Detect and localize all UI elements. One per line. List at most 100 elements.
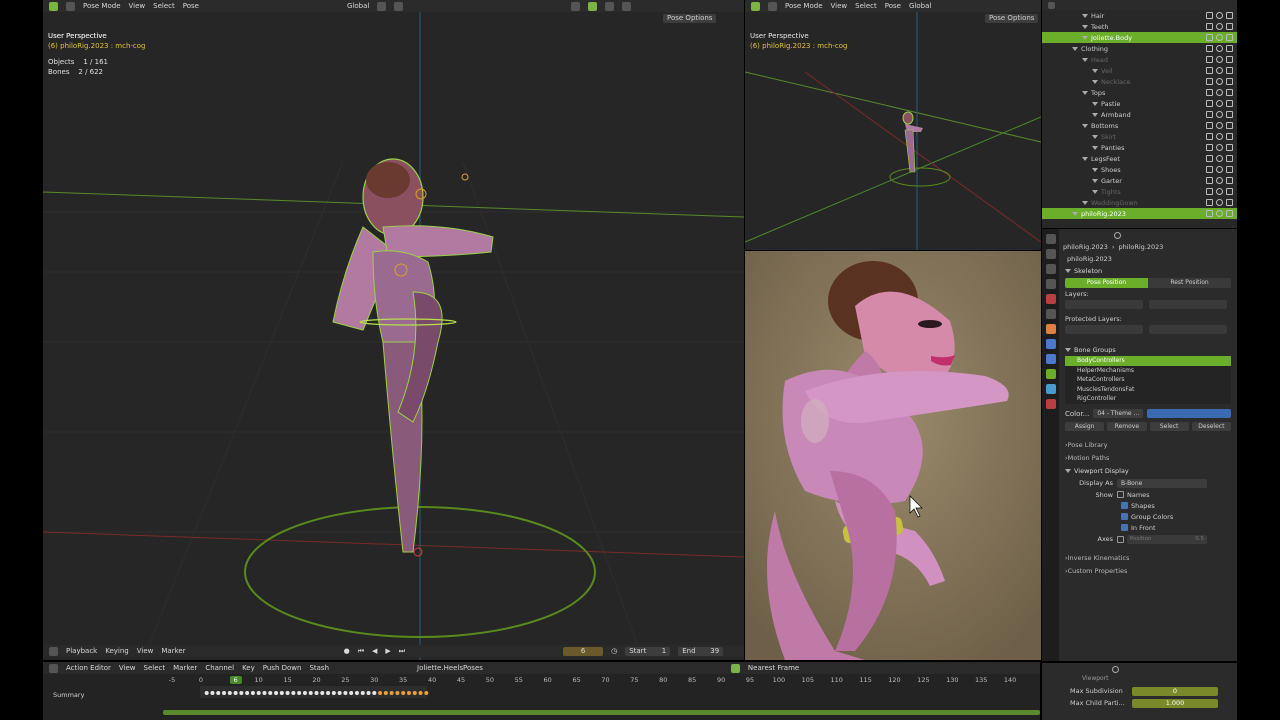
visibility-toggles[interactable] — [1206, 23, 1233, 30]
properties-panel[interactable]: philoRig.2023 › philoRig.2023 philoRig.202… — [1042, 229, 1237, 661]
menu-view-ae[interactable]: View — [119, 664, 136, 672]
expand-toggle-icon[interactable] — [1092, 101, 1098, 106]
outliner-row[interactable]: Shoes — [1042, 164, 1237, 175]
camera-icon[interactable] — [1226, 45, 1233, 52]
camera-icon[interactable] — [1226, 188, 1233, 195]
expand-toggle-icon[interactable] — [1092, 112, 1098, 117]
orientation-dropdown[interactable]: Global — [347, 2, 369, 10]
max-subdivision-field[interactable]: 0 — [1132, 686, 1218, 696]
motion-paths-section[interactable]: › Motion Paths — [1059, 451, 1237, 464]
axes-position-field[interactable]: Position 0.5 — [1127, 534, 1207, 544]
pivot-icon[interactable] — [377, 1, 387, 11]
outliner-row[interactable]: Armband — [1042, 109, 1237, 120]
overlay-icon[interactable] — [588, 1, 598, 11]
eye-icon[interactable] — [1216, 133, 1223, 140]
checkbox-icon[interactable] — [1206, 122, 1213, 129]
camera-icon[interactable] — [1226, 89, 1233, 96]
eye-icon[interactable] — [1216, 111, 1223, 118]
object-name-field[interactable]: philoRig.2023 — [1059, 253, 1237, 264]
outliner-row[interactable]: LegsFeet — [1042, 153, 1237, 164]
visibility-toggles[interactable] — [1206, 89, 1233, 96]
expand-toggle-icon[interactable] — [1092, 189, 1098, 194]
visibility-toggles[interactable] — [1206, 177, 1233, 184]
checkbox-icon[interactable] — [1206, 89, 1213, 96]
outliner-row[interactable]: Veil — [1042, 65, 1237, 76]
camera-icon[interactable] — [1226, 56, 1233, 63]
camera-icon[interactable] — [1226, 23, 1233, 30]
menu-view-2[interactable]: View — [831, 2, 848, 10]
checkbox-icon[interactable] — [1206, 12, 1213, 19]
armature-data-tab-icon[interactable] — [1045, 369, 1056, 379]
menu-select-2[interactable]: Select — [855, 2, 877, 10]
checkbox-icon[interactable] — [1206, 177, 1213, 184]
shapes-checkbox[interactable] — [1121, 502, 1128, 509]
visibility-toggles[interactable] — [1206, 34, 1233, 41]
outliner-row[interactable]: Tights — [1042, 186, 1237, 197]
outliner-row[interactable]: Teeth — [1042, 21, 1237, 32]
names-checkbox[interactable] — [1117, 491, 1124, 498]
checkbox-icon[interactable] — [1206, 144, 1213, 151]
outliner-row[interactable]: Garter — [1042, 175, 1237, 186]
visibility-toggles[interactable] — [1206, 166, 1233, 173]
pose-position-button[interactable]: Pose Position — [1065, 278, 1148, 288]
shading-solid-icon[interactable] — [605, 1, 615, 11]
expand-toggle-icon[interactable] — [1092, 145, 1098, 150]
checkbox-icon[interactable] — [1206, 199, 1213, 206]
action-editor[interactable]: Action Editor View Select Marker Channel… — [43, 662, 1040, 720]
visibility-toggles[interactable] — [1206, 188, 1233, 195]
skeleton-section-header[interactable]: Skeleton — [1059, 264, 1237, 277]
viewport-display-section-header[interactable]: Viewport Display — [1059, 464, 1237, 477]
axes-checkbox[interactable] — [1117, 535, 1124, 543]
visibility-toggles[interactable] — [1206, 67, 1233, 74]
visibility-toggles[interactable] — [1206, 144, 1233, 151]
visibility-toggles[interactable] — [1206, 100, 1233, 107]
expand-toggle-icon[interactable] — [1092, 167, 1098, 172]
texture-tab-icon[interactable] — [1045, 399, 1056, 409]
in-front-checkbox[interactable] — [1121, 524, 1128, 531]
stash-button[interactable]: Stash — [309, 664, 329, 672]
menu-pose-2[interactable]: Pose — [885, 2, 901, 10]
expand-toggle-icon[interactable] — [1082, 35, 1088, 40]
expand-toggle-icon[interactable] — [1082, 156, 1088, 161]
deselect-button[interactable]: Deselect — [1191, 422, 1231, 431]
group-colors-checkbox[interactable] — [1121, 513, 1128, 520]
eye-icon[interactable] — [1216, 78, 1223, 85]
checkbox-icon[interactable] — [1206, 23, 1213, 30]
mode-icon[interactable] — [66, 1, 75, 11]
eye-icon[interactable] — [1216, 23, 1223, 30]
render-tab-icon[interactable] — [1045, 249, 1056, 259]
camera-icon[interactable] — [1226, 34, 1233, 41]
expand-toggle-icon[interactable] — [1082, 90, 1088, 95]
eye-icon[interactable] — [1216, 67, 1223, 74]
theme-dropdown[interactable]: 04 - Theme ... — [1093, 409, 1144, 418]
play-back-icon[interactable]: ◀ — [372, 647, 377, 655]
layers-grid[interactable] — [1059, 300, 1237, 314]
camera-icon[interactable] — [1226, 199, 1233, 206]
shading-material-icon[interactable] — [622, 1, 632, 11]
keyframes-area[interactable] — [43, 686, 1040, 720]
bone-groups-list[interactable]: BodyControllers HelperMechanisms MetaContr… — [1065, 356, 1231, 404]
checkbox-icon[interactable] — [1206, 45, 1213, 52]
eye-icon[interactable] — [1216, 45, 1223, 52]
bone-groups-section-header[interactable]: Bone Groups — [1059, 343, 1237, 356]
visibility-toggles[interactable] — [1206, 12, 1233, 19]
outliner-row[interactable]: WeddingGown — [1042, 197, 1237, 208]
eye-icon[interactable] — [1216, 155, 1223, 162]
particle-search[interactable] — [1042, 663, 1237, 675]
bone-group-item[interactable]: RigController — [1065, 394, 1231, 404]
rest-position-button[interactable]: Rest Position — [1148, 278, 1231, 288]
editor-type-icon-2[interactable] — [49, 663, 58, 673]
eye-icon[interactable] — [1216, 210, 1223, 217]
visibility-toggles[interactable] — [1206, 210, 1233, 217]
viewport-main[interactable]: Pose Mode View Select Pose Global Pose O… — [43, 0, 744, 660]
snap-toggle-icon[interactable] — [730, 663, 740, 673]
outliner-row[interactable]: Bottoms — [1042, 120, 1237, 131]
visibility-toggles[interactable] — [1206, 56, 1233, 63]
expand-toggle-icon[interactable] — [1072, 46, 1078, 51]
current-frame-field[interactable]: 6 — [563, 646, 604, 656]
mode-dropdown[interactable]: Pose Mode — [83, 2, 121, 10]
protected-layers-grid[interactable] — [1059, 325, 1237, 339]
record-icon[interactable]: ● — [344, 647, 350, 655]
camera-icon[interactable] — [1226, 155, 1233, 162]
menu-view[interactable]: View — [129, 2, 146, 10]
